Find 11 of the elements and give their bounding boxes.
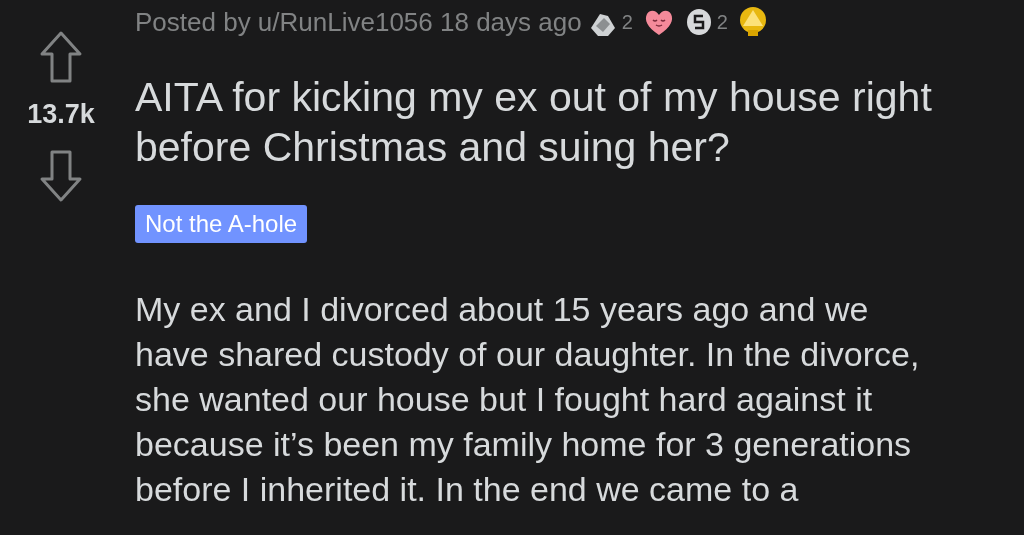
post-body: My ex and I divorced about 15 years ago and we have shared custody of our daughter. In the divorce, she wanted our house but I fought hard against it because it’s been my family home for 3 generations before I inherited it. In the end we came to a <box>135 289 921 510</box>
award-count: 2 <box>716 10 728 35</box>
post-title: AITA for kicking my ex out of my house right before Christmas and suing her? <box>135 73 933 172</box>
vote-count: 13.7k <box>27 98 95 131</box>
downvote-icon[interactable] <box>39 148 83 203</box>
award-icon <box>737 6 768 38</box>
post-byline: Posted by u/RunLive1056 18 days ago <box>135 5 582 39</box>
upvote-icon[interactable] <box>39 30 83 84</box>
award-count: 2 <box>621 10 633 35</box>
post-flair: Not the A-hole <box>135 205 308 243</box>
coin-icon <box>684 7 713 37</box>
